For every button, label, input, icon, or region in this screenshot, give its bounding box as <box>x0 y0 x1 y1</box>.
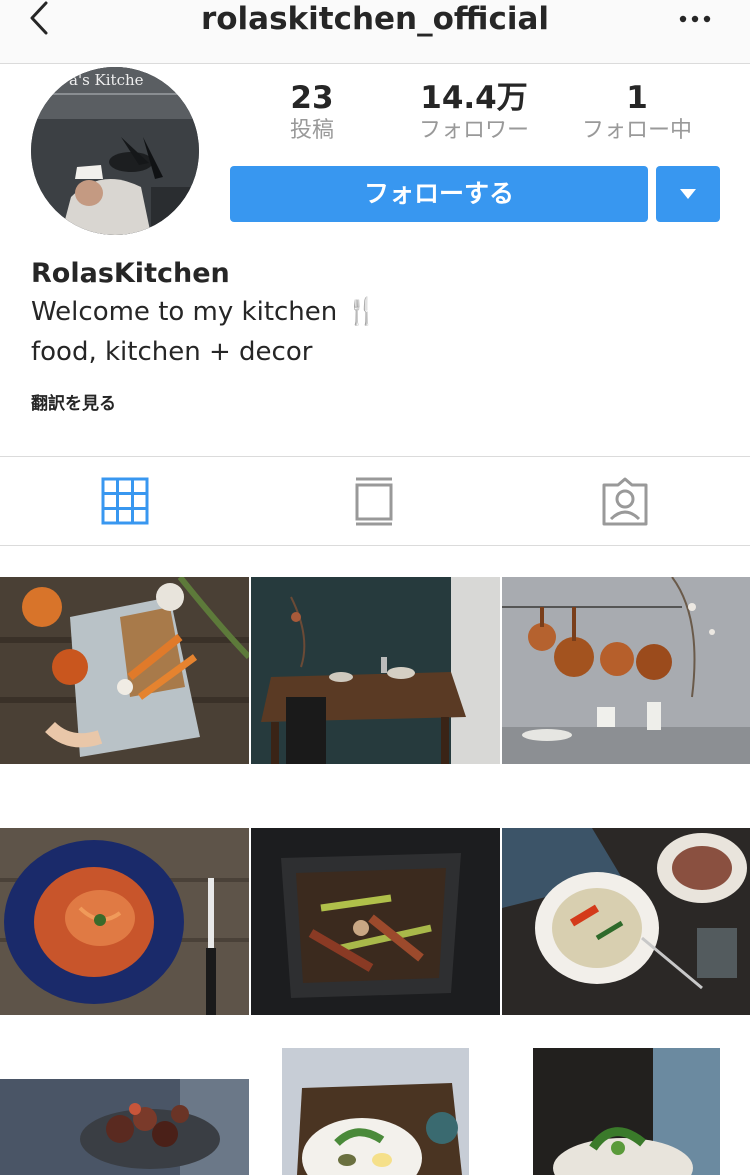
post-thumbnail[interactable] <box>0 577 249 764</box>
suggestions-dropdown-button[interactable] <box>656 166 720 222</box>
post-thumbnail[interactable] <box>251 577 500 764</box>
stat-followers-value: 14.4万 <box>420 80 528 116</box>
post-thumbnail[interactable] <box>251 828 500 1015</box>
stat-followers-label: フォロワー <box>418 118 529 143</box>
post-soup-bowl <box>502 828 750 1015</box>
profile-avatar[interactable]: a's Kitche <box>31 67 199 235</box>
post-thumbnail[interactable] <box>502 577 750 764</box>
post-dining-table <box>251 577 500 764</box>
avatar-image: a's Kitche <box>31 67 199 235</box>
post-herb-dish <box>533 1048 720 1175</box>
profile-display-name: RolasKitchen <box>31 258 230 289</box>
post-thumbnail[interactable] <box>533 1048 720 1175</box>
tab-feed[interactable] <box>250 457 500 546</box>
post-roast-pan <box>251 828 500 1015</box>
post-vegetables-board <box>0 577 249 764</box>
post-thumbnail[interactable] <box>0 828 249 1015</box>
more-horizontal-icon <box>679 15 711 23</box>
post-tray-salad <box>282 1048 469 1175</box>
grid-icon <box>101 477 149 525</box>
post-thumbnail[interactable] <box>282 1048 469 1175</box>
follow-button[interactable]: フォローする <box>230 166 648 222</box>
stat-following[interactable]: 1 フォロー中 <box>562 80 712 146</box>
top-navigation-bar: rolaskitchen_official <box>0 0 750 64</box>
bio-line-2: food, kitchen + decor <box>31 337 313 367</box>
tab-tagged[interactable] <box>500 457 750 546</box>
stat-following-value: 1 <box>626 80 648 116</box>
stat-posts-label: 投稿 <box>289 118 334 143</box>
caret-down-icon <box>680 189 696 199</box>
see-translation-link[interactable]: 翻訳を見る <box>31 392 116 416</box>
post-thumbnail[interactable] <box>0 1079 249 1175</box>
profile-username-title: rolaskitchen_official <box>200 1 550 37</box>
profile-page: rolaskitchen_official a's Kitche 23 投稿 1… <box>0 0 750 1175</box>
stat-posts-value: 23 <box>290 80 334 116</box>
stat-posts[interactable]: 23 投稿 <box>237 80 387 146</box>
stat-followers[interactable]: 14.4万 フォロワー <box>399 80 549 146</box>
post-pasta-plate <box>0 828 249 1015</box>
post-copper-pans <box>502 577 750 764</box>
post-figs-plate <box>0 1079 249 1175</box>
tagged-icon <box>602 477 648 526</box>
post-thumbnail[interactable] <box>502 828 750 1015</box>
more-options-button[interactable] <box>678 9 712 29</box>
profile-tabs <box>0 456 750 546</box>
bio-line-1: Welcome to my kitchen 🍴 <box>31 297 378 327</box>
tab-grid[interactable] <box>0 457 250 546</box>
stat-following-label: フォロー中 <box>581 118 692 143</box>
feed-icon <box>355 477 393 526</box>
avatar-logo-text: a's Kitche <box>69 71 144 89</box>
